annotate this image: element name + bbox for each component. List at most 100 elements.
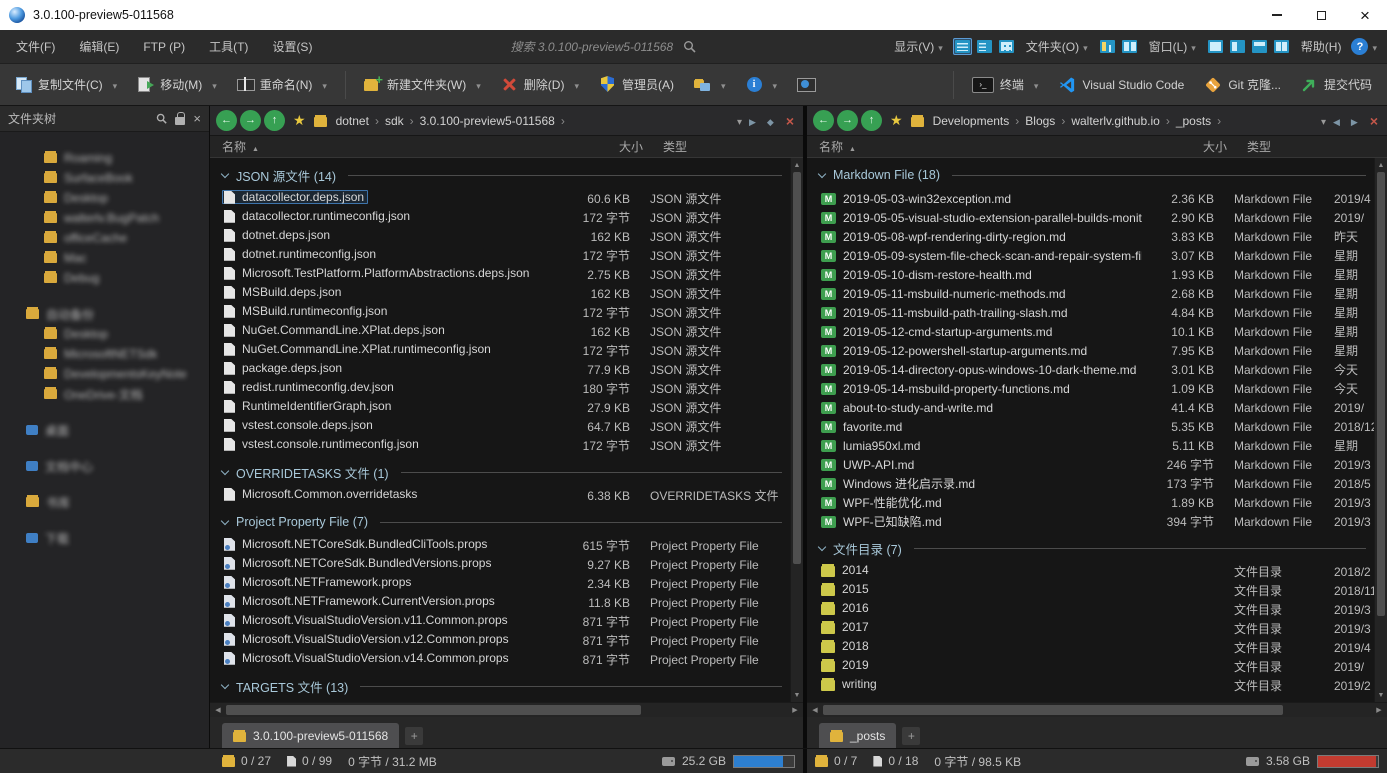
- file-row[interactable]: UWP-API.md246 字节Markdown File2019/3: [807, 455, 1374, 474]
- pane-action-icon[interactable]: [745, 114, 760, 128]
- tree-item[interactable]: 下载: [0, 528, 209, 548]
- commit-code-button[interactable]: 提交代码: [1294, 72, 1379, 97]
- horizontal-scrollbar[interactable]: [807, 702, 1387, 717]
- menubar-item-2[interactable]: FTP (P): [143, 38, 185, 55]
- scrollbar-thumb[interactable]: [823, 705, 1283, 715]
- scrollbar-thumb[interactable]: [1377, 172, 1385, 616]
- file-row[interactable]: Microsoft.VisualStudioVersion.v11.Common…: [210, 612, 790, 631]
- file-row[interactable]: 2016文件目录2019/3: [807, 600, 1374, 619]
- file-row[interactable]: RuntimeIdentifierGraph.json27.9 KBJSON 源…: [210, 398, 790, 417]
- tree-item[interactable]: OneDrive-文档: [0, 384, 209, 404]
- close-tree-icon[interactable]: [193, 111, 201, 126]
- tree-item[interactable]: 文档中心: [0, 456, 209, 476]
- file-row[interactable]: redist.runtimeconfig.dev.json180 字节JSON …: [210, 379, 790, 398]
- file-row[interactable]: vstest.console.deps.json64.7 KBJSON 源文件: [210, 417, 790, 436]
- breadcrumb-segment[interactable]: dotnet: [336, 114, 369, 128]
- scroll-up-icon[interactable]: [1375, 158, 1387, 172]
- scroll-right-icon[interactable]: [787, 706, 803, 714]
- file-row[interactable]: datacollector.runtimeconfig.json172 字节JS…: [210, 208, 790, 227]
- search-input[interactable]: 搜索 3.0.100-preview5-011568: [511, 38, 674, 55]
- file-row[interactable]: Microsoft.VisualStudioVersion.v12.Common…: [210, 631, 790, 650]
- file-row[interactable]: Microsoft.NETFramework.CurrentVersion.pr…: [210, 593, 790, 612]
- up-button[interactable]: [264, 110, 285, 131]
- tree-item[interactable]: DevelopmentsKeyNote: [0, 364, 209, 384]
- breadcrumb-segment[interactable]: 3.0.100-preview5-011568: [420, 114, 555, 128]
- view-thumbnails-icon[interactable]: [997, 38, 1016, 55]
- pane-action-icon[interactable]: [1329, 114, 1344, 128]
- file-row[interactable]: favorite.md5.35 KBMarkdown File2018/12: [807, 417, 1374, 436]
- scroll-right-icon[interactable]: [1371, 706, 1387, 714]
- close-button[interactable]: [1343, 0, 1387, 30]
- new-tab-button[interactable]: [902, 727, 920, 745]
- tree-item[interactable]: Desktop: [0, 188, 209, 208]
- file-row[interactable]: MSBuild.deps.json162 KBJSON 源文件: [210, 284, 790, 303]
- scrollbar-track[interactable]: [226, 703, 787, 717]
- scroll-down-icon[interactable]: [791, 688, 803, 702]
- column-size[interactable]: 大小: [1159, 138, 1237, 155]
- scrollbar-track[interactable]: [823, 703, 1371, 717]
- file-row[interactable]: Microsoft.NETCoreSdk.BundledVersions.pro…: [210, 555, 790, 574]
- file-row[interactable]: Microsoft.VisualStudioVersion.v14.Common…: [210, 650, 790, 669]
- scroll-up-icon[interactable]: [791, 158, 803, 172]
- menu-view[interactable]: 显示(V): [894, 38, 943, 55]
- file-row[interactable]: 2019-05-12-powershell-startup-arguments.…: [807, 341, 1374, 360]
- layout-horizontal-icon[interactable]: [1250, 38, 1269, 55]
- search-icon[interactable]: [156, 113, 167, 124]
- tree-item[interactable]: SurfaceBook: [0, 168, 209, 188]
- up-button[interactable]: [861, 110, 882, 131]
- dual-pane-icon[interactable]: [1120, 38, 1139, 55]
- group-header[interactable]: TARGETS 文件 (13): [210, 674, 790, 698]
- vertical-scrollbar[interactable]: [790, 158, 803, 702]
- close-pane-icon[interactable]: [1365, 113, 1381, 129]
- new-folder-button[interactable]: 新建文件夹(W): [357, 72, 488, 97]
- group-header[interactable]: JSON 源文件 (14): [210, 163, 790, 187]
- file-row[interactable]: Microsoft.NETFramework.props2.34 KBProje…: [210, 574, 790, 593]
- file-row[interactable]: WPF-性能优化.md1.89 KBMarkdown File2019/3: [807, 493, 1374, 512]
- chevron-down-icon[interactable]: [472, 78, 481, 92]
- chevron-down-icon[interactable]: [717, 78, 726, 92]
- file-row[interactable]: 2019文件目录2019/: [807, 657, 1374, 676]
- group-header[interactable]: Project Property File (7): [210, 510, 790, 534]
- search-box[interactable]: 搜索 3.0.100-preview5-011568: [320, 38, 886, 55]
- minimize-button[interactable]: [1255, 0, 1299, 30]
- vertical-scrollbar[interactable]: [1374, 158, 1387, 702]
- breadcrumb-segment[interactable]: Blogs: [1025, 114, 1055, 128]
- layout-dual-icon[interactable]: [1272, 38, 1291, 55]
- pane-action-icon[interactable]: [1347, 114, 1362, 128]
- chevron-down-icon[interactable]: [318, 78, 327, 92]
- tree-item[interactable]: officeCache: [0, 228, 209, 248]
- menubar-item-0[interactable]: 文件(F): [16, 38, 55, 55]
- rename-button[interactable]: 重命名(N): [230, 72, 334, 97]
- info-button[interactable]: [739, 72, 785, 97]
- maximize-button[interactable]: [1299, 0, 1343, 30]
- forward-button[interactable]: [837, 110, 858, 131]
- close-pane-icon[interactable]: [781, 113, 797, 129]
- file-row[interactable]: 2018文件目录2019/4: [807, 638, 1374, 657]
- breadcrumb-segment[interactable]: Developments: [933, 114, 1010, 128]
- tree-item[interactable]: 桌面: [0, 420, 209, 440]
- file-row[interactable]: dotnet.deps.json162 KBJSON 源文件: [210, 227, 790, 246]
- file-row[interactable]: 2019-05-11-msbuild-numeric-methods.md2.6…: [807, 284, 1374, 303]
- column-name[interactable]: 名称: [222, 138, 575, 155]
- delete-button[interactable]: 删除(D): [494, 72, 586, 97]
- scroll-left-icon[interactable]: [210, 706, 226, 714]
- file-row[interactable]: datacollector.deps.json60.6 KBJSON 源文件: [210, 189, 790, 208]
- menubar-item-4[interactable]: 设置(S): [272, 38, 312, 55]
- tree-item[interactable]: Desktop: [0, 324, 209, 344]
- file-row[interactable]: 2019-05-09-system-file-check-scan-and-re…: [807, 246, 1374, 265]
- favorites-star-icon[interactable]: [293, 112, 306, 129]
- chevron-down-icon[interactable]: [208, 78, 217, 92]
- file-row[interactable]: 2019-05-10-dism-restore-health.md1.93 KB…: [807, 265, 1374, 284]
- group-header[interactable]: OVERRIDETASKS 文件 (1): [210, 460, 790, 484]
- file-row[interactable]: NuGet.CommandLine.XPlat.deps.json162 KBJ…: [210, 322, 790, 341]
- file-row[interactable]: 2017文件目录2019/3: [807, 619, 1374, 638]
- tree-item[interactable]: Debug: [0, 268, 209, 288]
- file-row[interactable]: Windows 进化启示录.md173 字节Markdown File2018/…: [807, 474, 1374, 493]
- chevron-down-icon[interactable]: [570, 78, 579, 92]
- file-row[interactable]: NuGet.CommandLine.XPlat.runtimeconfig.js…: [210, 341, 790, 360]
- admin-button[interactable]: 管理员(A): [592, 72, 681, 97]
- scrollbar-track[interactable]: [1375, 172, 1387, 688]
- column-type[interactable]: 类型: [1237, 138, 1341, 155]
- move-button[interactable]: 移动(M): [130, 72, 224, 97]
- folder-options-button[interactable]: [687, 72, 733, 97]
